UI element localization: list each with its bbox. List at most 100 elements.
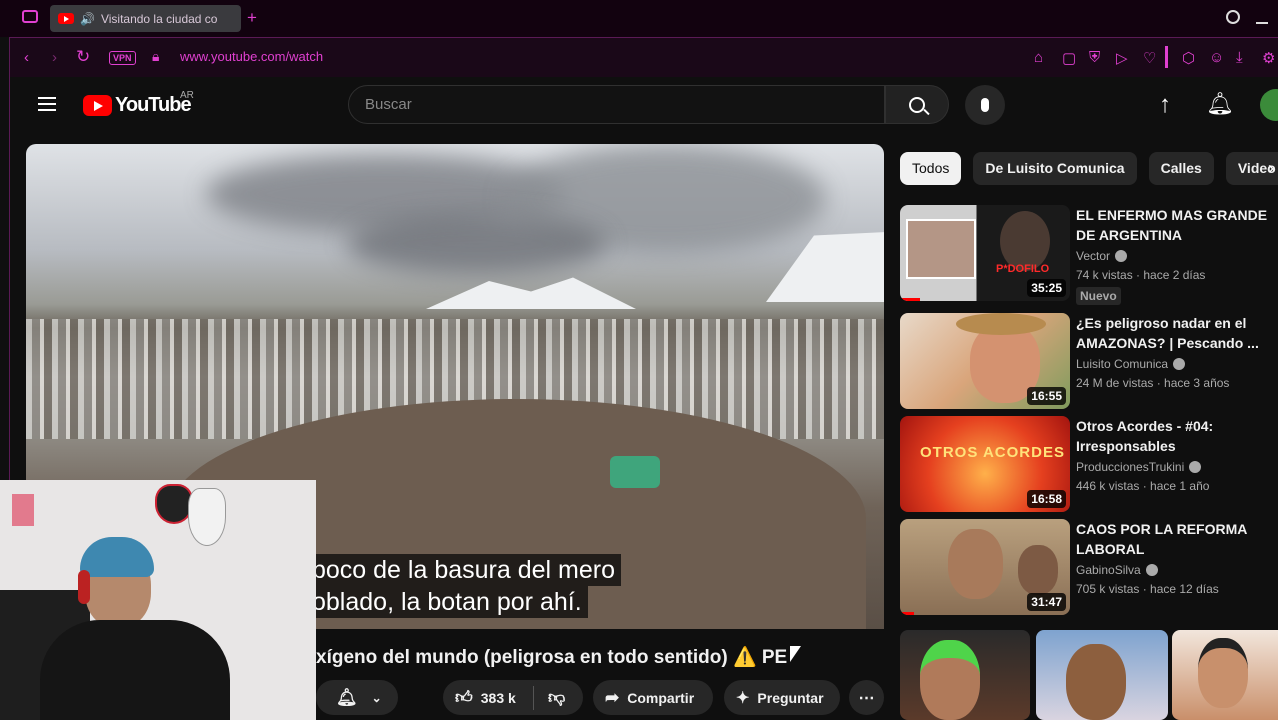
channel-name-row: GabinoSilva <box>1076 563 1158 577</box>
lock-icon[interactable]: 🔒︎ <box>152 48 159 65</box>
sparkle-icon: ✦ <box>736 689 750 707</box>
ask-label: Preguntar <box>757 689 824 706</box>
watch-progress <box>900 298 920 301</box>
watch-progress <box>900 612 914 615</box>
cloud <box>346 214 606 274</box>
ask-button[interactable]: ✦ Preguntar <box>724 680 840 715</box>
streamer-webcam <box>0 480 316 720</box>
share-arrow-icon: ➦ <box>605 687 620 707</box>
green-bag <box>610 456 660 488</box>
profile-icon[interactable]: ☺ <box>1209 49 1224 66</box>
heart-icon[interactable]: ♡ <box>1143 49 1156 67</box>
shorts-thumbnail[interactable] <box>900 630 1030 720</box>
thumbnail-person <box>1198 638 1248 708</box>
reload-icon[interactable]: ↻ <box>76 47 90 67</box>
video-thumbnail: 31:47 <box>900 519 1070 615</box>
channel-name-row: Vector <box>1076 249 1128 263</box>
minimize-icon[interactable] <box>1256 22 1268 24</box>
recommendation-title: EL ENFERMO MAS GRANDE DE ARGENTINA <box>1076 207 1268 243</box>
like-button[interactable]: 👍︎ 383 k <box>443 687 533 708</box>
audio-playing-icon[interactable]: 🔊 <box>80 12 95 26</box>
thumbnail-inset <box>906 219 976 279</box>
vpn-badge[interactable]: VPN <box>109 51 136 65</box>
thumbnail-person <box>920 640 980 720</box>
avatar[interactable] <box>1260 89 1278 121</box>
channel-name: Vector <box>1076 249 1111 263</box>
more-actions-button[interactable]: ⋯ <box>849 680 884 715</box>
upload-icon[interactable]: ↑ <box>1159 91 1171 119</box>
mask-decoration <box>188 488 226 546</box>
recommendation-title: CAOS POR LA REFORMA LABORAL <box>1076 521 1247 557</box>
settings-icon[interactable]: ⚙ <box>1262 49 1275 67</box>
recommendation-item[interactable]: OTROS ACORDES 16:58 Otros Acordes - #04:… <box>900 416 1272 512</box>
video-duration: 35:25 <box>1027 279 1066 297</box>
streamer-body <box>40 620 230 720</box>
recommendation-title: Otros Acordes - #04: Irresponsables <box>1076 418 1214 454</box>
shorts-thumbnail[interactable] <box>1036 630 1168 720</box>
new-badge: Nuevo <box>1076 287 1121 305</box>
channel-name-row: ProduccionesTrukini <box>1076 460 1202 474</box>
snowy-mountain <box>766 232 884 302</box>
chip-calles[interactable]: Calles <box>1148 152 1214 185</box>
youtube-play-logo-icon <box>83 95 112 116</box>
chip-todos[interactable]: Todos <box>900 152 962 185</box>
workspaces-icon[interactable] <box>22 10 38 23</box>
subscribe-bell-button[interactable]: 🔔︎ ⌄ <box>316 680 398 715</box>
channel-name: Luisito Comunica <box>1076 357 1169 371</box>
streamer-cap <box>80 537 154 577</box>
youtube-logo[interactable]: YouTube <box>83 94 192 117</box>
video-meta: 74 k vistas · hace 2 días <box>1076 268 1206 282</box>
search-tabs-icon[interactable] <box>1226 10 1240 24</box>
notifications-bell-icon[interactable]: 🔔︎ <box>1206 91 1234 117</box>
search-input[interactable]: Buscar <box>348 85 885 124</box>
thumbnail-text: OTROS ACORDES <box>920 444 1065 461</box>
share-button[interactable]: ➦ Compartir <box>593 680 713 715</box>
new-tab-button[interactable]: + <box>247 8 257 28</box>
channel-name: ProduccionesTrukini <box>1076 460 1185 474</box>
verified-icon <box>1115 250 1128 262</box>
recommendation-title: ¿Es peligroso nadar en el AMAZONAS? | Pe… <box>1076 315 1259 351</box>
chip-de-luisito-comunica[interactable]: De Luisito Comunica <box>973 152 1137 185</box>
search-button[interactable] <box>885 85 949 124</box>
menu-icon[interactable] <box>38 97 56 111</box>
headphones <box>78 570 90 604</box>
share-label: Compartir <box>627 689 695 706</box>
url-text[interactable]: www.youtube.com/watch <box>180 49 323 64</box>
back-icon[interactable]: ‹ <box>24 49 29 66</box>
browser-address-bar: ‹ › ↻ VPN 🔒︎ www.youtube.com/watch ⌂ ▢ ⛨… <box>9 37 1278 77</box>
browser-tab-bar: 🔊 Visitando la ciudad co + <box>0 0 1278 37</box>
bell-icon: 🔔︎ <box>336 687 358 707</box>
verified-icon <box>1173 358 1186 370</box>
chevron-right-icon[interactable]: › <box>1268 158 1274 179</box>
dislike-button[interactable]: 👎︎ <box>534 687 565 708</box>
forward-icon[interactable]: › <box>52 49 57 66</box>
thumbnail-text: P*DOFILO <box>996 263 1050 275</box>
recommendation-item[interactable]: 31:47 CAOS POR LA REFORMA LABORAL Gabino… <box>900 519 1272 615</box>
country-code: AR <box>180 90 194 101</box>
video-meta: 705 k vistas · hace 12 días <box>1076 582 1219 596</box>
like-count: 383 k <box>480 689 516 706</box>
recommendation-item[interactable]: 16:55 ¿Es peligroso nadar en el AMAZONAS… <box>900 313 1272 409</box>
thumbs-down-icon: 👎︎ <box>548 688 566 707</box>
video-meta: 446 k vistas · hace 1 año <box>1076 479 1210 493</box>
filter-chips: Todos De Luisito Comunica Calles Video <box>900 152 1278 185</box>
shield-icon[interactable]: ⛨ <box>1089 49 1100 66</box>
chevron-down-icon: ⌄ <box>371 690 382 705</box>
browser-tab-active[interactable]: 🔊 Visitando la ciudad co <box>50 5 241 32</box>
youtube-favicon-icon <box>58 13 74 24</box>
thumbnail-person <box>1000 211 1050 271</box>
thumbnail-hat <box>956 313 1046 335</box>
pin-icon[interactable]: ⌂ <box>1034 49 1043 66</box>
download-icon[interactable]: ⤓ <box>1236 49 1243 66</box>
mic-icon <box>981 98 989 112</box>
thumbnail-person <box>948 529 1003 599</box>
shorts-thumbnail[interactable] <box>1172 630 1278 720</box>
video-thumbnail: OTROS ACORDES 16:58 <box>900 416 1070 512</box>
thumbnail-person <box>1018 545 1058 595</box>
snapshot-icon[interactable]: ▢ <box>1062 49 1076 67</box>
voice-search-button[interactable] <box>965 85 1005 125</box>
extensions-icon[interactable]: ⬡ <box>1182 49 1195 67</box>
video-duration: 16:55 <box>1027 387 1066 405</box>
recommendation-item[interactable]: P*DOFILO 35:25 EL ENFERMO MAS GRANDE DE … <box>900 205 1272 305</box>
player-icon[interactable]: ▷ <box>1116 49 1128 67</box>
